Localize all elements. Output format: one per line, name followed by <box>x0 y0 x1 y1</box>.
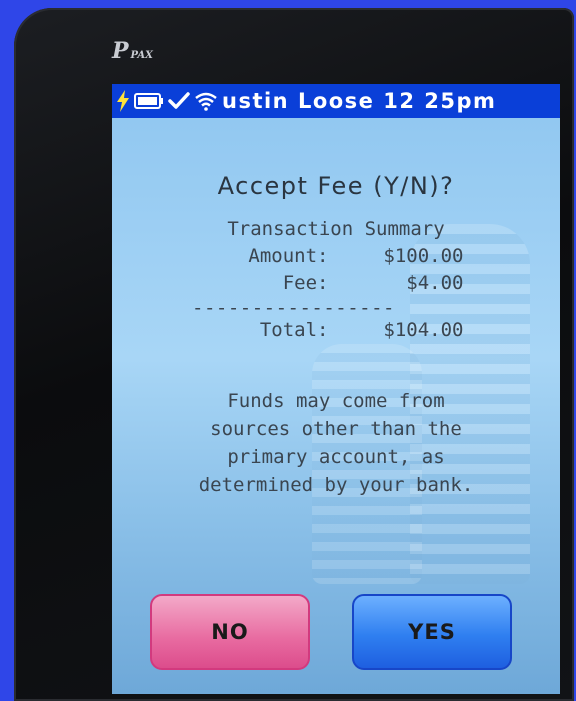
notice-line: Funds may come from <box>227 390 445 412</box>
fee-label: Fee: <box>282 272 329 294</box>
total-label: Total: <box>259 319 329 341</box>
notice-line: determined by your bank. <box>198 474 474 496</box>
terminal-screen: ustin Loose 12 25pm Accept Fee (Y/N)? Tr… <box>112 84 560 694</box>
no-button-label: NO <box>211 620 249 644</box>
lightning-icon <box>116 90 130 112</box>
status-bar: ustin Loose 12 25pm <box>112 84 560 118</box>
fee-row: Fee: $4.00 <box>112 272 560 294</box>
amount-label: Amount: <box>248 245 329 267</box>
pax-logo-mark: P <box>112 38 129 64</box>
yes-button[interactable]: YES <box>352 594 512 670</box>
total-row: Total: $104.00 <box>112 319 560 341</box>
pax-logo: P PAX <box>112 38 153 64</box>
summary-divider: ----------------- <box>192 297 395 319</box>
notice-line: primary account, as <box>227 446 445 468</box>
fee-prompt: Accept Fee (Y/N)? Transaction Summary Am… <box>112 124 560 499</box>
no-button[interactable]: NO <box>150 594 310 670</box>
summary-title: Transaction Summary <box>227 218 445 240</box>
yes-button-label: YES <box>408 620 456 644</box>
pax-logo-text: PAX <box>130 50 153 61</box>
amount-row: Amount: $100.00 <box>112 245 560 267</box>
fee-value: $4.00 <box>406 272 464 294</box>
status-title: ustin Loose 12 25pm <box>222 89 497 113</box>
prompt-heading: Accept Fee (Y/N)? <box>217 172 455 200</box>
battery-icon <box>134 91 164 111</box>
notice-line: sources other than the <box>210 418 462 440</box>
amount-value: $100.00 <box>383 245 464 267</box>
total-value: $104.00 <box>383 319 464 341</box>
wifi-icon <box>194 91 218 111</box>
check-icon <box>168 91 190 111</box>
funds-notice: Funds may come from sources other than t… <box>112 387 560 499</box>
